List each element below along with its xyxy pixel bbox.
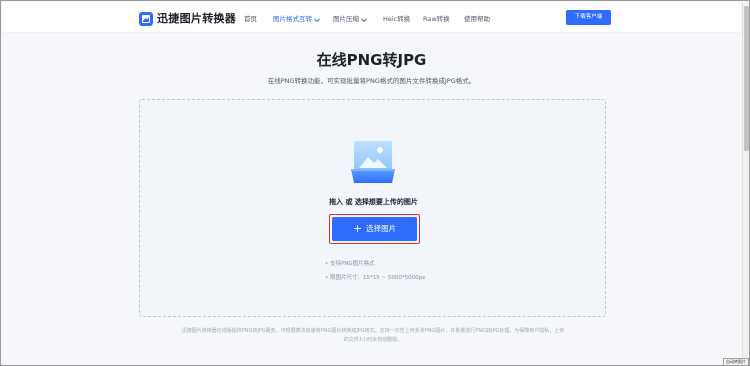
nav-item-format-convert[interactable]: 图片格式互转 xyxy=(273,13,320,23)
logo[interactable]: 迅捷图片转换器 xyxy=(139,10,236,26)
hint-size: • 限图片尺寸：15*15 ~ 5000*5000px xyxy=(325,275,426,281)
nav-item-compress[interactable]: 图片压缩 xyxy=(333,13,367,23)
nav-item-heic[interactable]: Heic转换 xyxy=(383,13,410,23)
dropzone-prompt: 拖入 或 选择想要上传的图片 xyxy=(329,198,418,206)
download-client-button[interactable]: 下载客户端 xyxy=(566,10,611,25)
chevron-down-icon xyxy=(314,17,320,22)
page-subtitle: 在线PNG转换功能，可实现批量将PNG格式的图片文件转换成JPG格式。 xyxy=(267,77,476,85)
select-image-button[interactable]: + 选择图片 xyxy=(332,217,417,241)
nav-item-help[interactable]: 使用帮助 xyxy=(464,13,490,23)
scrollbar[interactable] xyxy=(742,2,749,365)
logo-icon xyxy=(139,11,153,26)
nav-item-format-convert-label: 图片格式互转 xyxy=(273,15,312,23)
browser-frame: 迅捷图片转换器 首页 图片格式互转 图片压缩 Heic转换 Raw转换 使用帮助… xyxy=(0,0,750,366)
logo-text: 迅捷图片转换器 xyxy=(157,12,237,25)
chevron-down-icon xyxy=(361,17,367,22)
top-nav-bar: 迅捷图片转换器 首页 图片格式互转 图片压缩 Heic转换 Raw转换 使用帮助… xyxy=(2,2,741,33)
corner-button[interactable]: 自动转图片 xyxy=(723,358,749,365)
footer-description-line1: 迅捷图片转换器在线版提供PNG转JPG服务，可根据算法快速将PNG图片转换成JP… xyxy=(181,328,565,334)
scrollbar-thumb[interactable] xyxy=(744,6,749,151)
footer-description-line2: 的文件1小时会自动删除。 xyxy=(343,337,403,343)
image-upload-icon xyxy=(347,138,399,186)
hint-format: • 支持PNG图片格式 xyxy=(325,261,375,267)
plus-icon: + xyxy=(352,222,363,235)
nav-item-compress-label: 图片压缩 xyxy=(333,15,359,23)
nav-item-home[interactable]: 首页 xyxy=(244,13,257,23)
page-title: 在线PNG转JPG xyxy=(316,51,427,69)
upload-dropzone[interactable]: 拖入 或 选择想要上传的图片 + 选择图片 • 支持PNG图片格式 • 限图片尺寸… xyxy=(139,99,606,317)
select-image-button-label: 选择图片 xyxy=(366,224,397,233)
nav-item-raw[interactable]: Raw转换 xyxy=(423,13,450,23)
